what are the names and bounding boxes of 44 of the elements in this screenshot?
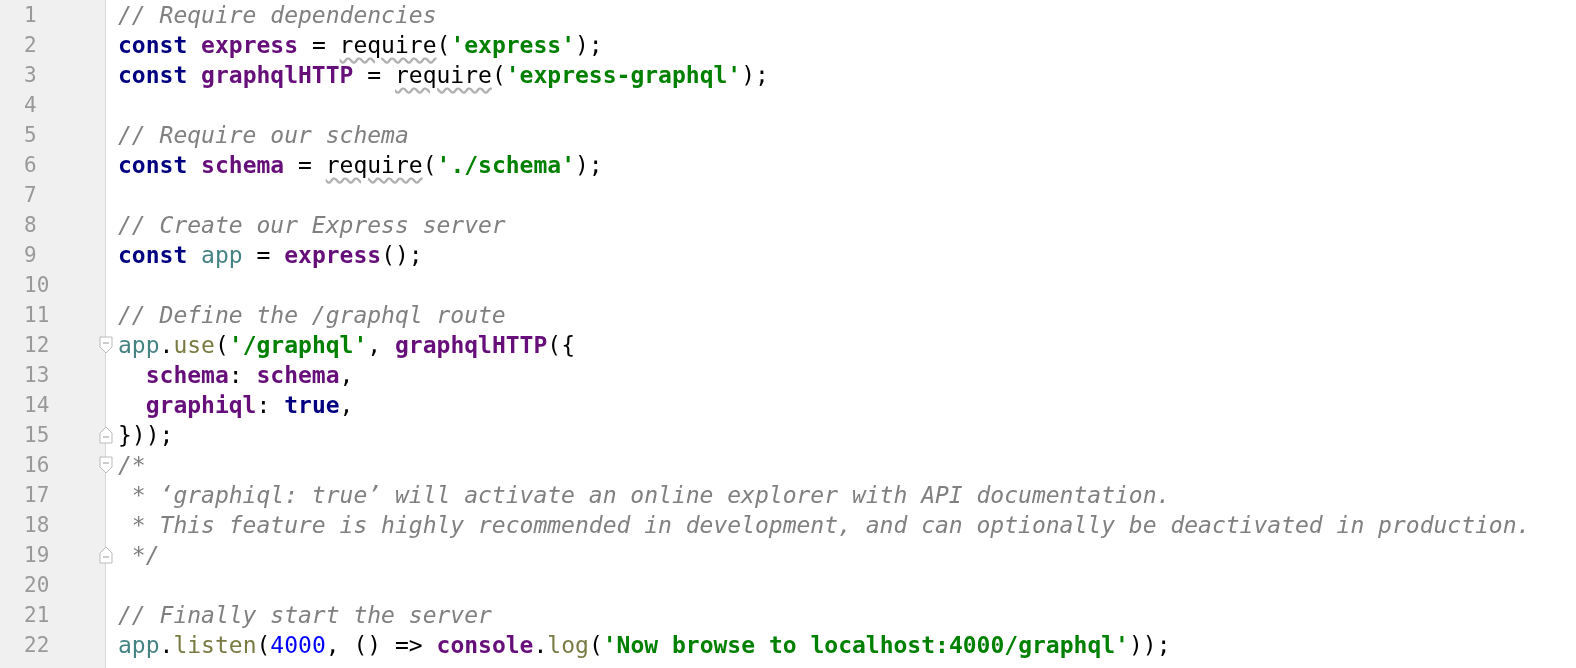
line-number: 14 [24,392,50,419]
line-number: 8 [24,212,37,239]
line-number: 15 [24,422,50,449]
line-number: 20 [24,572,50,599]
code-line: })); [118,421,174,450]
code-line: // Finally start the server [118,601,492,630]
code-line: graphiql: true, [144,391,354,420]
line-number: 22 [24,632,50,659]
fold-icon[interactable] [99,426,113,444]
line-number: 21 [24,602,50,629]
fold-icon[interactable] [99,336,113,354]
code-line: const app = express(); [118,241,423,270]
line-number: 9 [24,242,37,269]
line-number: 12 [24,332,50,359]
code-line: app.use('/graphql', graphqlHTTP({ [118,331,576,360]
line-number: 5 [24,122,37,149]
line-number: 6 [24,152,37,179]
code-line: const schema = require('./schema'); [118,151,603,180]
code-line: // Require dependencies [118,1,437,30]
code-line: * This feature is highly recommended in development, and can optionally be deactivated in production. [130,511,1531,540]
code-line: */ [130,541,160,570]
code-line: app.listen(4000, () => console.log('Now browse to localhost:4000/graphql')); [118,631,1171,660]
code-line: // Require our schema [118,121,409,150]
line-number: 7 [24,182,37,209]
line-number: 3 [24,62,37,89]
line-number: 19 [24,542,50,569]
fold-icon[interactable] [99,546,113,564]
line-number: 16 [24,452,50,479]
code-line: /* [118,451,146,480]
line-number: 2 [24,32,37,59]
line-number: 17 [24,482,50,509]
code-line: const graphqlHTTP = require('express-graphql'); [118,61,769,90]
line-number: 1 [24,2,37,29]
code-line: schema: schema, [144,361,354,390]
code-line: // Create our Express server [118,211,506,240]
line-number: 11 [24,302,50,329]
code-line: // Define the /graphql route [118,301,506,330]
code-line: const express = require('express'); [118,31,603,60]
fold-icon[interactable] [99,456,113,474]
line-number: 4 [24,92,37,119]
line-number: 10 [24,272,50,299]
code-line: * ‘graphiql: true’ will activate an online explorer with API documentation. [130,481,1171,510]
line-number: 18 [24,512,50,539]
line-number: 13 [24,362,50,389]
